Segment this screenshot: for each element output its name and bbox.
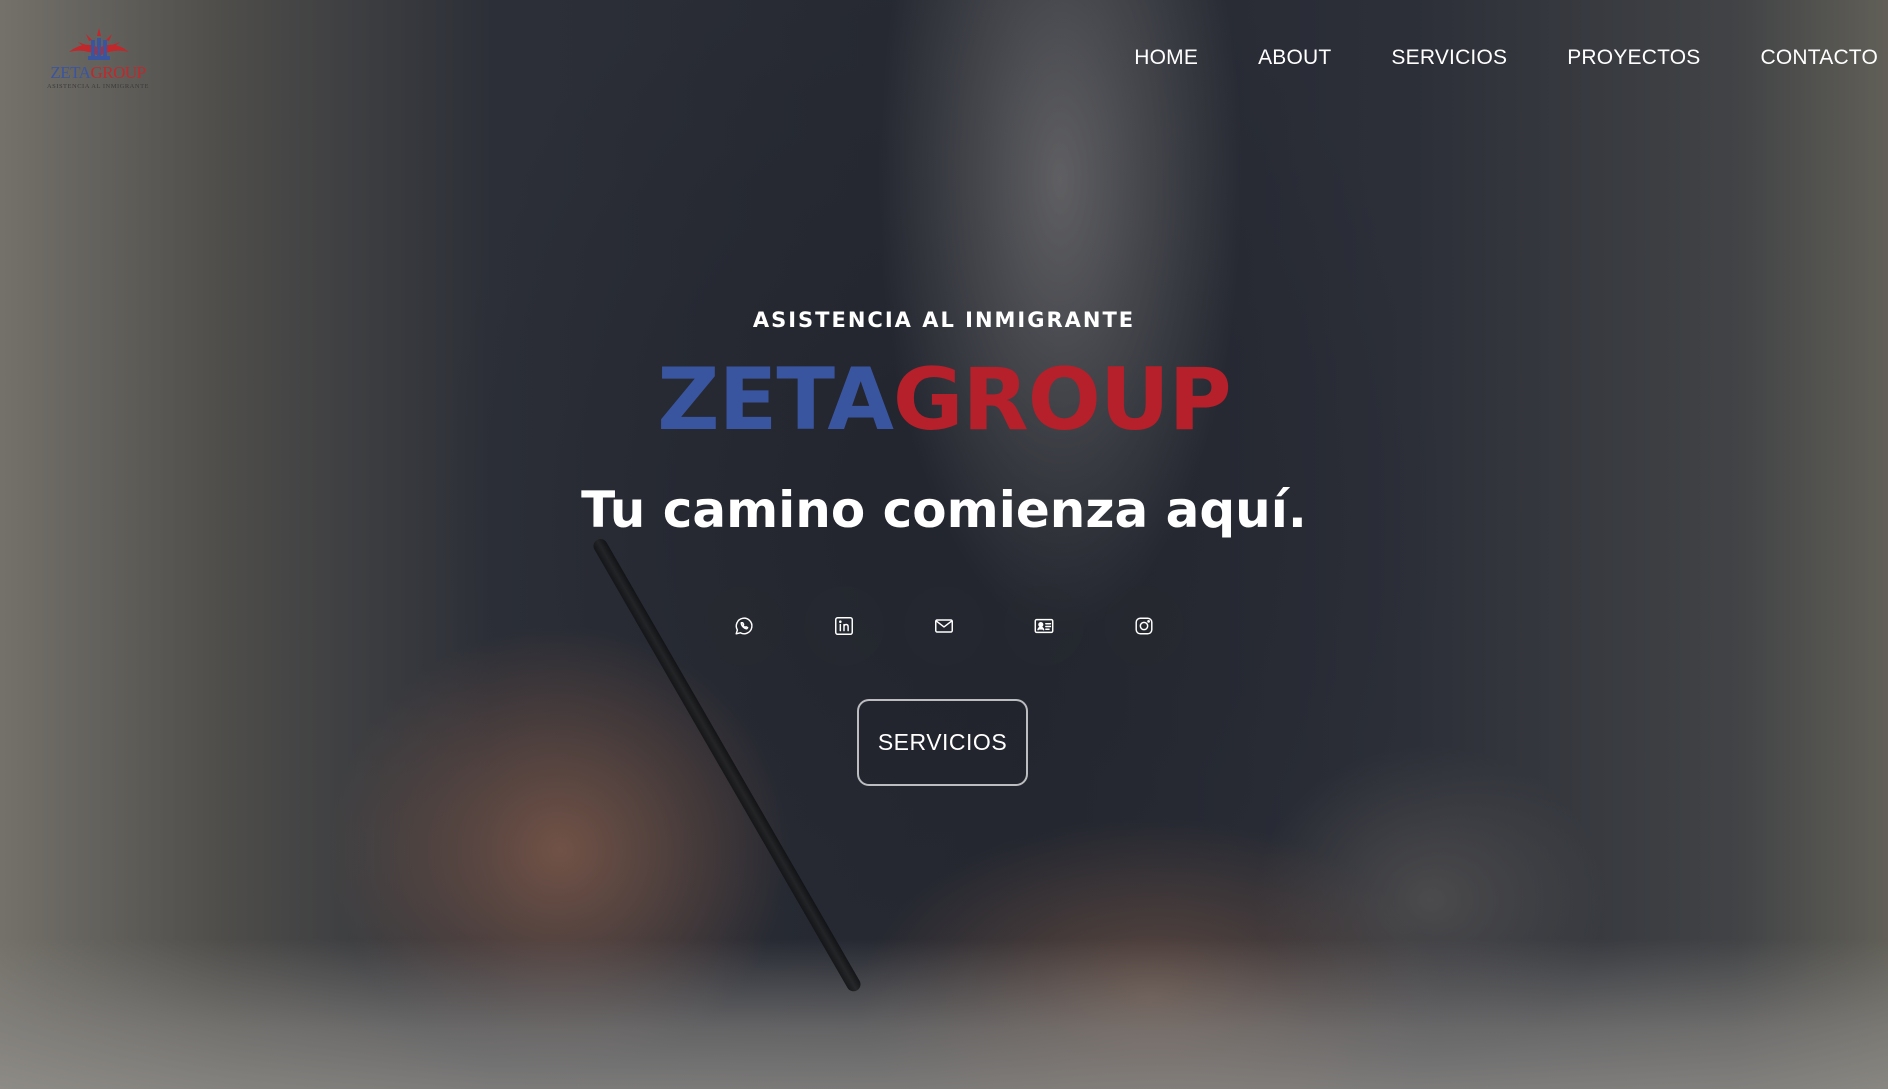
logo-emblem-icon xyxy=(69,28,129,60)
nav-item-home[interactable]: HOME xyxy=(1134,46,1198,70)
nav-item-contacto[interactable]: CONTACTO xyxy=(1761,46,1879,70)
mail-link[interactable] xyxy=(904,586,984,666)
contact-card-link[interactable] xyxy=(1004,586,1084,666)
hero-kicker: ASISTENCIA AL INMIGRANTE xyxy=(752,308,1136,332)
site-header: ZETAGROUP ASISTENCIA AL INMIGRANTE HOME … xyxy=(0,0,1888,120)
logo-wordmark: ZETAGROUP xyxy=(46,64,150,82)
whatsapp-icon xyxy=(735,617,753,635)
hero-overlay xyxy=(0,0,1888,1089)
logo-word-group: GROUP xyxy=(90,63,146,82)
hero-tagline: Tu camino comienza aquí. xyxy=(581,481,1307,539)
mail-icon xyxy=(935,619,953,633)
logo-word-zeta: ZETA xyxy=(50,63,91,82)
nav-item-proyectos[interactable]: PROYECTOS xyxy=(1567,46,1700,70)
contact-card-icon xyxy=(1034,618,1054,634)
linkedin-icon xyxy=(835,617,853,635)
servicios-cta-button[interactable]: SERVICIOS xyxy=(857,699,1028,786)
nav-item-about[interactable]: ABOUT xyxy=(1258,46,1331,70)
instagram-link[interactable] xyxy=(1104,586,1184,666)
main-nav: HOME ABOUT SERVICIOS PROYECTOS CONTACTO xyxy=(1074,46,1878,70)
brand-word-group: GROUP xyxy=(892,350,1232,450)
social-links xyxy=(0,586,1888,666)
linkedin-link[interactable] xyxy=(804,586,884,666)
hero-section: ZETAGROUP ASISTENCIA AL INMIGRANTE HOME … xyxy=(0,0,1888,1089)
logo-subtitle: ASISTENCIA AL INMIGRANTE xyxy=(46,83,150,90)
whatsapp-link[interactable] xyxy=(704,586,784,666)
brand-word-zeta: ZETA xyxy=(657,350,894,450)
instagram-icon xyxy=(1135,617,1153,635)
nav-item-servicios[interactable]: SERVICIOS xyxy=(1391,46,1507,70)
hero-content: ASISTENCIA AL INMIGRANTE ZETAGROUP Tu ca… xyxy=(0,300,1888,540)
hero-brand-title: ZETAGROUP xyxy=(0,354,1888,446)
logo[interactable]: ZETAGROUP ASISTENCIA AL INMIGRANTE xyxy=(46,26,150,92)
